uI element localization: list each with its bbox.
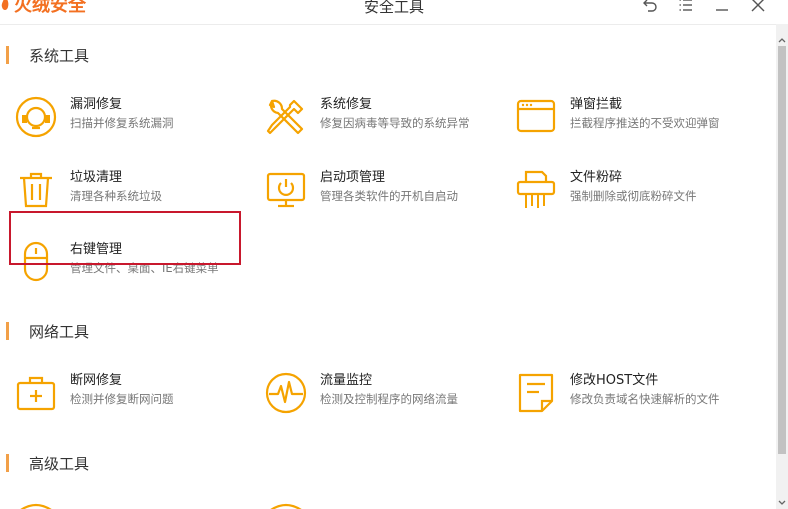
scroll-down-icon[interactable]: [776, 497, 788, 509]
scroll-up-icon[interactable]: [776, 34, 788, 46]
section-system-tools: 系统工具: [6, 45, 89, 65]
tool-name: 断网修复: [70, 373, 123, 388]
section-marker: [6, 454, 9, 472]
menu-icon: [679, 0, 692, 11]
partial-tool-icon: [270, 503, 302, 509]
back-arrow-icon: [643, 0, 657, 12]
menu-button[interactable]: [674, 0, 698, 16]
tool-description: 修复因病毒等导致的系统异常: [320, 116, 470, 130]
tool-description: 清理各种系统垃圾: [70, 189, 162, 203]
tool-name: 流量监控: [320, 373, 373, 388]
shredder-icon: [516, 170, 556, 208]
pulse-monitor-icon: [265, 372, 307, 414]
wrench-screwdriver-icon: [266, 99, 304, 135]
tool-name: 漏洞修复: [70, 97, 123, 112]
section-title: 系统工具: [29, 46, 90, 65]
first-aid-kit-icon: [16, 376, 56, 411]
tool-name: 修改HOST文件: [570, 373, 659, 388]
tool-name: 系统修复: [320, 97, 373, 112]
close-icon: [751, 0, 765, 12]
tool-description: 修改负责域名快速解析的文件: [570, 392, 720, 406]
tool-name: 启动项管理: [320, 170, 386, 185]
tool-network-repair[interactable]: 断网修复 检测并修复断网问题: [14, 371, 244, 423]
section-advanced-tools: 高级工具: [6, 453, 89, 473]
tool-description: 检测及控制程序的网络流量: [320, 392, 458, 406]
tool-description: 检测并修复断网问题: [70, 392, 174, 406]
back-button[interactable]: [638, 0, 662, 16]
tool-edit-host-file[interactable]: 修改HOST文件 修改负责域名快速解析的文件: [514, 371, 744, 423]
selection-highlight: [9, 211, 241, 265]
window-title: 安全工具: [363, 0, 424, 16]
minimize-icon: [716, 9, 728, 11]
tool-description: 管理各类软件的开机自启动: [320, 189, 458, 203]
popup-window-icon: [516, 99, 556, 133]
tool-popup-blocker[interactable]: 弹窗拦截 拦截程序推送的不受欢迎弹窗: [514, 95, 744, 147]
partial-tool-icon: [20, 503, 52, 509]
minimize-button[interactable]: [710, 0, 734, 16]
title-bar: 火绒安全 安全工具: [0, 0, 788, 25]
tool-system-repair[interactable]: 系统修复 修复因病毒等导致的系统异常: [264, 95, 494, 147]
tool-description: 强制删除或彻底粉碎文件: [570, 189, 697, 203]
tool-name: 垃圾清理: [70, 170, 123, 185]
monitor-power-icon: [266, 172, 306, 208]
section-network-tools: 网络工具: [6, 321, 89, 341]
section-title: 高级工具: [29, 454, 90, 473]
tool-name: 弹窗拦截: [570, 97, 623, 112]
tool-file-shredder[interactable]: 文件粉碎 强制删除或彻底粉碎文件: [514, 168, 744, 220]
document-icon: [518, 373, 554, 413]
tool-name: 文件粉碎: [570, 170, 623, 185]
section-title: 网络工具: [29, 322, 90, 341]
close-button[interactable]: [746, 0, 770, 16]
tool-description: 拦截程序推送的不受欢迎弹窗: [570, 116, 720, 130]
tool-description: 扫描并修复系统漏洞: [70, 116, 174, 130]
tool-vulnerability-fix[interactable]: 漏洞修复 扫描并修复系统漏洞: [14, 95, 244, 147]
section-marker: [6, 46, 9, 64]
tool-startup-manager[interactable]: 启动项管理 管理各类软件的开机自启动: [264, 168, 494, 220]
tools-panel: 系统工具 漏洞修复 扫描并修复系统漏洞 系统修复 修复因病毒等导致的系统异常 弹…: [0, 25, 776, 509]
vulnerability-fix-icon: [15, 96, 57, 138]
section-marker: [6, 322, 9, 340]
tool-traffic-monitor[interactable]: 流量监控 检测及控制程序的网络流量: [264, 371, 494, 423]
scrollbar-thumb[interactable]: [778, 46, 786, 454]
trash-bin-icon: [20, 172, 52, 208]
